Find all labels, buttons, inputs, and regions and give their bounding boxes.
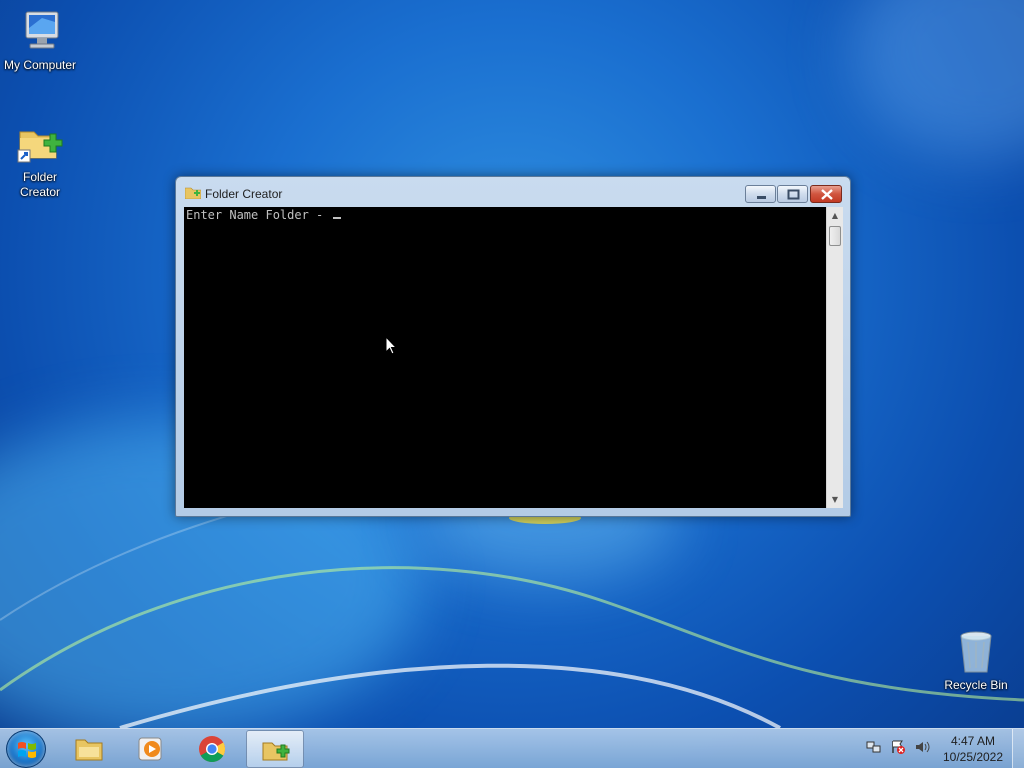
taskbar-folder-creator[interactable] xyxy=(246,730,304,768)
close-icon xyxy=(821,189,833,200)
recycle-bin-icon xyxy=(952,628,1000,676)
chrome-icon xyxy=(199,736,226,763)
taskbar-media-player[interactable] xyxy=(121,730,179,768)
minimize-icon xyxy=(757,196,766,199)
taskbar-clock[interactable]: 4:47 AM 10/25/2022 xyxy=(936,733,1010,765)
media-player-icon xyxy=(138,737,162,761)
network-icon[interactable] xyxy=(866,739,882,755)
computer-icon xyxy=(16,8,64,56)
minimize-button[interactable] xyxy=(745,185,776,203)
desktop-icon-folder-creator[interactable]: Folder Creator xyxy=(0,120,80,200)
maximize-icon xyxy=(787,189,800,200)
taskbar-chrome[interactable] xyxy=(183,730,241,768)
volume-icon[interactable] xyxy=(914,739,930,755)
folder-creator-icon xyxy=(262,742,290,761)
desktop-icon-label: My Computer xyxy=(3,58,77,72)
console-output[interactable]: Enter Name Folder - xyxy=(184,207,826,508)
clock-date: 10/25/2022 xyxy=(942,750,1004,764)
system-tray xyxy=(862,737,932,761)
clock-time: 4:47 AM xyxy=(950,734,996,748)
desktop-icon-recycle-bin[interactable]: Recycle Bin xyxy=(936,628,1016,693)
windows-start-icon xyxy=(18,742,36,758)
start-button[interactable] xyxy=(6,730,46,768)
window-title: Folder Creator xyxy=(205,187,283,201)
taskbar-file-explorer[interactable] xyxy=(60,730,118,768)
desktop-icon-label: Recycle Bin xyxy=(944,678,1008,692)
vertical-scrollbar[interactable]: ▲ ▼ xyxy=(826,207,843,508)
folder-add-icon xyxy=(184,187,202,200)
folder-shortcut-icon xyxy=(16,120,64,168)
window-titlebar[interactable]: Folder Creator xyxy=(176,177,850,207)
folder-creator-window[interactable]: Folder Creator Enter Name Folder - ▲ ▼ xyxy=(175,176,851,517)
console-prompt: Enter Name Folder - xyxy=(186,208,331,222)
action-center-icon[interactable] xyxy=(890,739,906,755)
desktop-icon-my-computer[interactable]: My Computer xyxy=(0,8,80,73)
desktop-icon-label: Folder Creator xyxy=(19,170,60,199)
close-button[interactable] xyxy=(810,185,842,203)
scroll-up-arrow[interactable]: ▲ xyxy=(827,207,843,224)
show-desktop-button[interactable] xyxy=(1012,729,1024,768)
file-explorer-icon xyxy=(75,739,103,761)
scroll-thumb[interactable] xyxy=(829,226,841,246)
maximize-button[interactable] xyxy=(777,185,808,203)
scroll-down-arrow[interactable]: ▼ xyxy=(827,491,843,508)
text-cursor xyxy=(332,217,341,219)
mouse-pointer-icon xyxy=(385,336,397,355)
taskbar: 4:47 AM 10/25/2022 xyxy=(0,728,1024,768)
